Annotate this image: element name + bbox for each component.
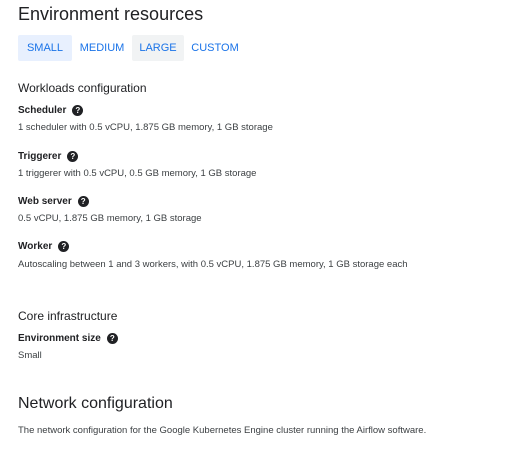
core-infrastructure-title: Core infrastructure [18,309,118,323]
web-server-label: Web server ? [18,196,89,207]
help-icon[interactable]: ? [58,241,70,252]
scheduler-label: Scheduler ? [18,105,84,116]
web-server-description: 0.5 vCPU, 1.875 GB memory, 1 GB storage [18,213,202,224]
scheduler-label-text: Scheduler [18,105,67,116]
triggerer-description: 1 triggerer with 0.5 vCPU, 0.5 GB memory… [18,168,257,179]
environment-size-label: Environment size ? [18,333,118,344]
environment-size-value: Small [18,350,42,361]
worker-label-text: Worker [18,241,53,252]
help-icon[interactable]: ? [106,333,118,344]
network-configuration-title: Network configuration [18,395,173,412]
web-server-label-text: Web server [18,196,72,207]
environment-size-label-text: Environment size [18,333,101,344]
workloads-section-title: Workloads configuration [18,81,147,95]
scheduler-description: 1 scheduler with 0.5 vCPU, 1.875 GB memo… [18,122,273,133]
triggerer-label: Triggerer ? [18,151,79,162]
help-icon[interactable]: ? [72,105,84,116]
tab-small[interactable]: SMALL [18,35,72,61]
tab-large[interactable]: LARGE [132,35,184,61]
help-icon[interactable]: ? [77,196,89,207]
worker-description: Autoscaling between 1 and 3 workers, wit… [18,259,408,270]
page-title: Environment resources [18,4,204,24]
environment-size-tabs: SMALL MEDIUM LARGE CUSTOM [18,35,246,61]
worker-label: Worker ? [18,241,70,252]
tab-medium[interactable]: MEDIUM [72,35,132,61]
triggerer-label-text: Triggerer [18,151,62,162]
help-icon[interactable]: ? [67,151,79,162]
tab-custom[interactable]: CUSTOM [184,35,246,61]
network-configuration-description: The network configuration for the Google… [18,425,427,436]
